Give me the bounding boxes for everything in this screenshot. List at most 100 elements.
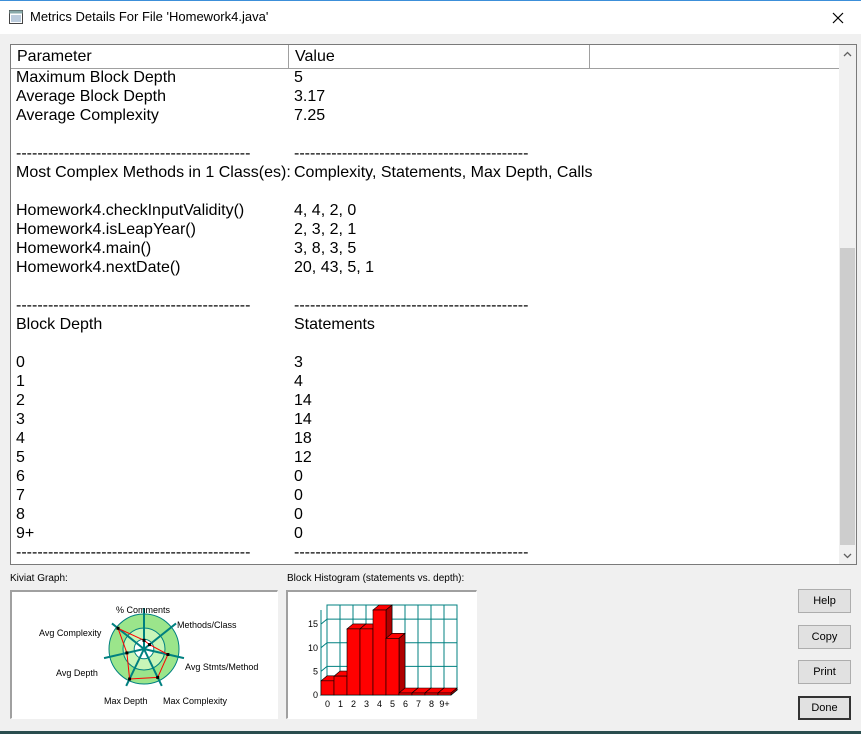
histogram-bar xyxy=(320,680,335,696)
histogram-bar xyxy=(424,692,439,696)
histogram-bar xyxy=(385,638,400,696)
metrics-list[interactable]: Parameter Value Maximum Block Depth 5 Aver… xyxy=(10,44,857,565)
value-cell: ----------------------------------------… xyxy=(294,544,529,561)
parameter-cell: Homework4.nextDate() xyxy=(16,259,181,276)
kiviat-axis-label: Avg Stmts/Method xyxy=(185,662,258,672)
value-cell: 0 xyxy=(294,506,303,523)
table-row[interactable]: 5 12 xyxy=(11,449,840,468)
kiviat-axis-label: Max Depth xyxy=(104,696,148,706)
kiviat-axis-label: Methods/Class xyxy=(177,620,237,630)
table-row[interactable]: Average Block Depth 3.17 xyxy=(11,88,840,107)
kiviat-value-point xyxy=(116,626,120,630)
parameter-cell: 8 xyxy=(16,506,25,523)
kiviat-value-point xyxy=(128,677,132,681)
table-row[interactable]: 60 xyxy=(11,468,840,487)
value-cell: 3 xyxy=(294,354,303,371)
block-histogram: 0510150 1 2 3 4 5 6 7 8 9+ xyxy=(308,604,459,709)
histogram-x-tick-label: 8 xyxy=(429,699,434,709)
histogram-caption: Block Histogram (statements vs. depth): xyxy=(287,573,465,584)
kiviat-caption: Kiviat Graph: xyxy=(10,573,68,584)
value-cell: 7.25 xyxy=(294,107,326,124)
table-row[interactable]: Most Complex Methods in 1 Class(es): Comp… xyxy=(11,164,840,183)
parameter-cell: ----------------------------------------… xyxy=(16,145,251,162)
copy-button[interactable]: Copy xyxy=(798,625,851,649)
histogram-y-tick-label: 15 xyxy=(308,619,318,629)
histogram-bar xyxy=(333,675,348,696)
scroll-down-button[interactable] xyxy=(839,547,856,564)
histogram-bar xyxy=(398,692,413,696)
table-row[interactable]: Block Depth Statements xyxy=(11,316,840,335)
value-cell: 3, 8, 3, 5 xyxy=(294,240,357,257)
parameter-cell: Homework4.isLeapYear() xyxy=(16,221,196,238)
table-row[interactable]: 14 xyxy=(11,373,840,392)
chevron-up-icon xyxy=(843,51,852,56)
histogram-grid-side xyxy=(320,618,328,625)
histogram-bar xyxy=(372,609,387,696)
histogram-y-tick-label: 10 xyxy=(308,643,318,653)
histogram-bar xyxy=(346,628,361,696)
parameter-cell: 3 xyxy=(16,411,25,428)
table-row[interactable]: Maximum Block Depth 5 xyxy=(11,69,840,88)
parameter-cell: 6 xyxy=(16,468,25,485)
table-row[interactable]: Homework4.isLeapYear() 2, 3, 2, 1 xyxy=(11,221,840,240)
scroll-thumb[interactable] xyxy=(840,248,855,545)
window-app-icon xyxy=(9,10,23,24)
kiviat-value-point xyxy=(125,651,129,655)
kiviat-value-point xyxy=(156,675,160,679)
value-cell: 0 xyxy=(294,487,303,504)
parameter-cell: 9+ xyxy=(16,525,35,542)
histogram-x-tick-label: 5 xyxy=(390,699,395,709)
histogram-x-tick-label: 9+ xyxy=(439,699,449,709)
table-row[interactable]: 9+ 0 xyxy=(11,525,840,544)
table-row[interactable]: 3 14 xyxy=(11,411,840,430)
table-row[interactable]: ----------------------------------------… xyxy=(11,544,840,563)
table-row[interactable]: 80 xyxy=(11,506,840,525)
column-header-parameter[interactable]: Parameter xyxy=(11,45,289,68)
close-button[interactable] xyxy=(815,1,861,34)
parameter-cell: Homework4.main() xyxy=(16,240,152,257)
table-row[interactable]: ----------------------------------------… xyxy=(11,145,840,164)
histogram-grid-side xyxy=(320,666,328,672)
kiviat-value-point xyxy=(142,638,146,642)
table-row[interactable]: 03 xyxy=(11,354,840,373)
table-row[interactable] xyxy=(11,126,840,145)
table-row[interactable]: Homework4.checkInputValidity() 4, 4, 2, 0 xyxy=(11,202,840,221)
value-cell: 0 xyxy=(294,468,303,485)
done-button[interactable]: Done xyxy=(798,696,851,720)
value-cell: Statements xyxy=(294,316,375,333)
value-cell: 4 xyxy=(294,373,303,390)
histogram-x-tick-label: 1 xyxy=(338,699,343,709)
value-cell: ----------------------------------------… xyxy=(294,145,529,162)
table-row[interactable]: Homework4.nextDate() 20, 43, 5, 1 xyxy=(11,259,840,278)
print-button[interactable]: Print xyxy=(798,660,851,684)
vertical-scrollbar[interactable] xyxy=(839,45,856,564)
table-row[interactable]: 2 14 xyxy=(11,392,840,411)
close-icon xyxy=(832,12,844,23)
table-row[interactable]: 4 18 xyxy=(11,430,840,449)
table-row[interactable] xyxy=(11,278,840,297)
table-row[interactable]: Homework4.main() 3, 8, 3, 5 xyxy=(11,240,840,259)
histogram-x-tick-label: 4 xyxy=(377,699,382,709)
parameter-cell: 1 xyxy=(16,373,25,390)
kiviat-axis-label: % Comments xyxy=(116,605,171,615)
histogram-grid-side xyxy=(320,642,328,649)
table-row[interactable] xyxy=(11,335,840,354)
histogram-bar xyxy=(411,692,426,696)
parameter-cell: ----------------------------------------… xyxy=(16,297,251,314)
value-cell: ----------------------------------------… xyxy=(294,297,529,314)
value-cell: 2, 3, 2, 1 xyxy=(294,221,357,238)
table-row[interactable] xyxy=(11,183,840,202)
help-button[interactable]: Help xyxy=(798,589,851,613)
table-row[interactable]: ----------------------------------------… xyxy=(11,297,840,316)
value-cell: 12 xyxy=(294,449,312,466)
histogram-bar xyxy=(359,628,374,696)
parameter-cell: Block Depth xyxy=(16,316,103,333)
column-header-value[interactable]: Value xyxy=(289,45,590,68)
scroll-up-button[interactable] xyxy=(839,45,856,62)
histogram-y-tick-label: 5 xyxy=(313,666,318,676)
table-row[interactable]: Average Complexity 7.25 xyxy=(11,107,840,126)
value-cell: 5 xyxy=(294,69,303,86)
title-bar: Metrics Details For File 'Homework4.java… xyxy=(0,0,861,34)
table-row[interactable]: 70 xyxy=(11,487,840,506)
kiviat-graph: % Comments Methods/Class Avg Stmts/Method M… xyxy=(39,605,258,706)
